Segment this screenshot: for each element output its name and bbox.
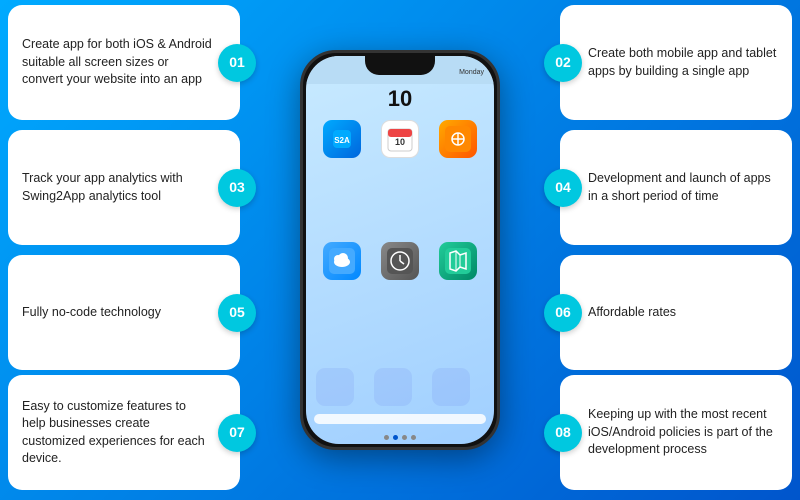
phone-mockup: Monday 10 S2A 10: [300, 50, 500, 450]
phone-bottom-card: [314, 414, 486, 424]
badge-03: 03: [218, 169, 256, 207]
badge-04: 04: [544, 169, 582, 207]
feature-card-04: Development and launch of apps in a shor…: [560, 130, 792, 245]
feature-card-08: Keeping up with the most recent iOS/Andr…: [560, 375, 792, 490]
app-clock: [374, 242, 426, 358]
feature-card-01: Create app for both iOS & Android suitab…: [8, 5, 240, 120]
maps-icon: [439, 242, 477, 280]
app-maps: [432, 242, 484, 358]
app-photos: [432, 120, 484, 236]
badge-01: 01: [218, 44, 256, 82]
main-container: Monday 10 S2A 10: [0, 0, 800, 500]
app-weather: [316, 242, 368, 358]
phone-screen: Monday 10 S2A 10: [306, 56, 494, 444]
svg-text:10: 10: [395, 137, 405, 147]
feature-card-07: Easy to customize features to help busin…: [8, 375, 240, 490]
feature-card-05: Fully no-code technology05: [8, 255, 240, 370]
phone-date: 10: [306, 84, 494, 114]
empty-app-row: [306, 364, 494, 410]
badge-05: 05: [218, 294, 256, 332]
swing-icon: S2A: [323, 120, 361, 158]
feature-card-06: Affordable rates06: [560, 255, 792, 370]
phone-notch: [365, 53, 435, 75]
app-calendar: 10: [374, 120, 426, 236]
dot-1: [384, 435, 389, 440]
weather-icon: [323, 242, 361, 280]
photos-icon: [439, 120, 477, 158]
feature-card-03: Track your app analytics with Swing2App …: [8, 130, 240, 245]
badge-02: 02: [544, 44, 582, 82]
feature-card-02: Create both mobile app and tablet apps b…: [560, 5, 792, 120]
badge-06: 06: [544, 294, 582, 332]
clock-icon: [381, 242, 419, 280]
phone-dots: [306, 430, 494, 444]
badge-08: 08: [544, 414, 582, 452]
dot-2: [393, 435, 398, 440]
app-grid: S2A 10: [306, 114, 494, 364]
calendar-icon: 10: [381, 120, 419, 158]
app-swing: S2A: [316, 120, 368, 236]
svg-text:S2A: S2A: [334, 136, 350, 145]
badge-07: 07: [218, 414, 256, 452]
dot-3: [402, 435, 407, 440]
dot-4: [411, 435, 416, 440]
